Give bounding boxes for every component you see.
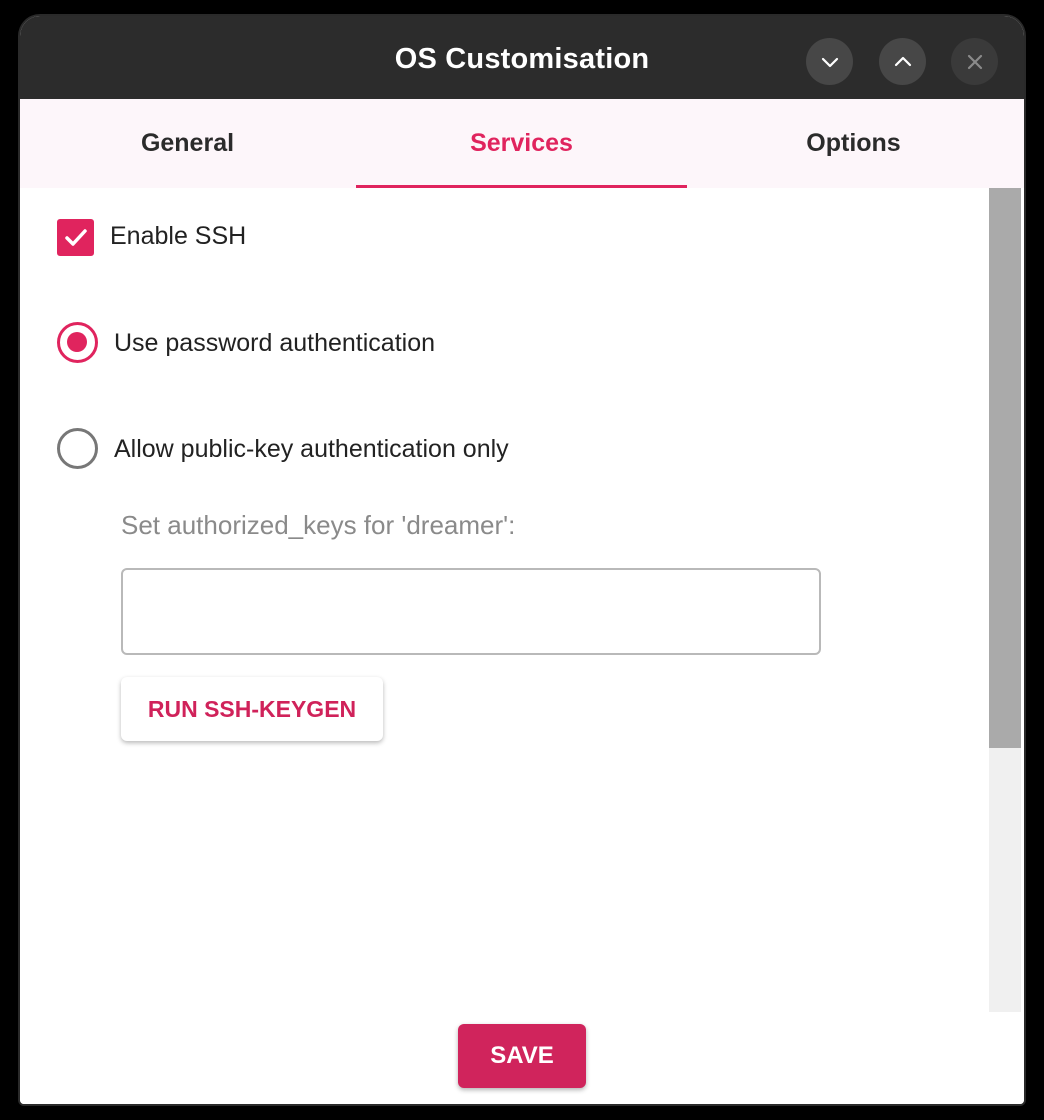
authorized-keys-label: Set authorized_keys for 'dreamer': xyxy=(121,510,516,540)
close-button[interactable] xyxy=(951,38,998,85)
tab-bar: General Services Options xyxy=(20,99,1024,188)
chevron-down-icon xyxy=(821,57,838,67)
chevron-up-icon xyxy=(894,56,911,66)
services-panel: Enable SSH Use password authentication A… xyxy=(20,188,1024,1014)
public-key-auth-radio[interactable] xyxy=(57,428,98,469)
password-auth-label[interactable]: Use password authentication xyxy=(114,329,435,358)
dialog-footer: SAVE xyxy=(20,1014,1024,1104)
maximize-button[interactable] xyxy=(879,38,926,85)
password-auth-radio[interactable] xyxy=(57,322,98,363)
tab-general[interactable]: General xyxy=(22,99,353,188)
os-customisation-dialog: OS Customisation General Services Option… xyxy=(20,16,1024,1104)
checkmark-icon xyxy=(64,228,87,246)
enable-ssh-label[interactable]: Enable SSH xyxy=(110,222,246,251)
save-button[interactable]: SAVE xyxy=(458,1024,586,1088)
tab-services[interactable]: Services xyxy=(356,99,687,188)
public-key-auth-label[interactable]: Allow public-key authentication only xyxy=(114,435,509,464)
scrollbar-thumb[interactable] xyxy=(989,188,1021,748)
tab-options[interactable]: Options xyxy=(688,99,1019,188)
window-title: OS Customisation xyxy=(394,43,650,75)
authorized-keys-field[interactable] xyxy=(121,568,821,655)
run-ssh-keygen-button[interactable]: RUN SSH-KEYGEN xyxy=(121,677,383,741)
minimize-button[interactable] xyxy=(806,38,853,85)
enable-ssh-checkbox[interactable] xyxy=(57,219,94,256)
title-bar[interactable]: OS Customisation xyxy=(20,16,1024,99)
close-icon xyxy=(967,54,982,69)
